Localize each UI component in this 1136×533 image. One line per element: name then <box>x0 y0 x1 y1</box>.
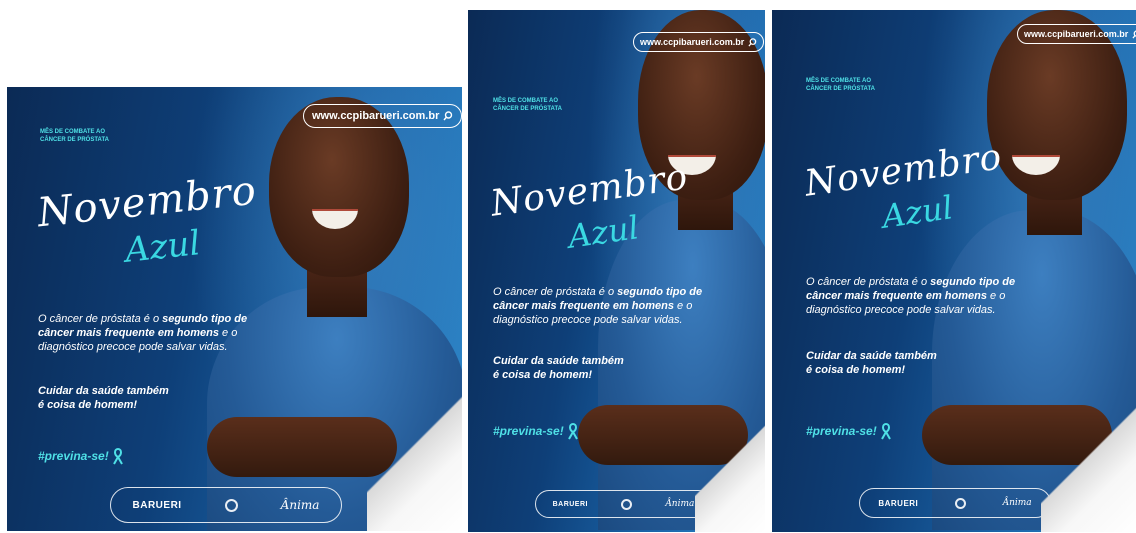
ccpi-logo <box>621 498 633 510</box>
anima-logo: Ânima <box>1002 498 1032 508</box>
poster-3: www.ccpibarueri.com.br MÊS DE COMBATE AO… <box>772 10 1136 532</box>
campaign-hashtag[interactable]: #previna-se! <box>806 422 892 440</box>
hashtag-text: #previna-se! <box>493 424 564 438</box>
awareness-ribbon-icon <box>112 447 123 465</box>
campaign-body: O câncer de próstata é o segundo tipo de… <box>38 312 253 354</box>
campaign-title-line-2: Azul <box>123 223 203 271</box>
kicker-line-1: MÊS DE COMBATE AO <box>40 129 106 135</box>
kicker-line-1: MÊS DE COMBATE AO <box>493 98 559 104</box>
website-url-pill[interactable]: www.ccpibarueri.com.br <box>1017 24 1136 44</box>
awareness-ribbon-icon <box>880 422 891 440</box>
campaign-body: O câncer de próstata é o segundo tipo de… <box>493 285 728 327</box>
campaign-hashtag[interactable]: #previna-se! <box>38 447 124 465</box>
kicker-line-2: CÂNCER DE PRÓSTATA <box>40 136 109 143</box>
body-part-1: O câncer de próstata é o <box>806 276 931 288</box>
partner-logos-bar: BARUERI Ânima <box>859 488 1051 518</box>
website-url-pill[interactable]: www.ccpibarueri.com.br <box>303 104 462 128</box>
kicker-line-2: CÂNCER DE PRÓSTATA <box>806 85 875 92</box>
body-part-1: O câncer de próstata é o <box>493 286 618 298</box>
poster-2: www.ccpibarueri.com.br MÊS DE COMBATE AO… <box>468 10 765 532</box>
ccpi-logo-icon <box>954 497 966 509</box>
cta-line-2: é coisa de homem! <box>493 368 593 381</box>
kicker-line-2: CÂNCER DE PRÓSTATA <box>493 105 562 112</box>
cta-line-1: Cuidar da saúde também <box>806 350 937 362</box>
campaign-cta: Cuidar da saúde também é coisa de homem! <box>806 350 937 378</box>
search-icon <box>748 37 757 47</box>
anima-logo: Ânima <box>280 498 320 512</box>
cta-line-1: Cuidar da saúde também <box>493 355 624 367</box>
search-icon <box>443 111 453 121</box>
hashtag-text: #previna-se! <box>806 424 877 438</box>
kicker-line-1: MÊS DE COMBATE AO <box>806 78 872 84</box>
website-url: www.ccpibarueri.com.br <box>312 110 440 122</box>
campaign-cta: Cuidar da saúde também é coisa de homem! <box>493 355 624 383</box>
hashtag-text: #previna-se! <box>38 449 109 463</box>
campaign-kicker: MÊS DE COMBATE AO CÂNCER DE PRÓSTATA <box>40 129 109 144</box>
barueri-logo: BARUERI <box>132 499 182 511</box>
anima-logo: Ânima <box>665 499 695 509</box>
search-icon <box>1132 29 1136 39</box>
poster-1: www.ccpibarueri.com.br MÊS DE COMBATE AO… <box>7 87 462 531</box>
ccpi-logo <box>224 498 238 512</box>
barueri-logo: BARUERI <box>878 498 919 508</box>
campaign-body: O câncer de próstata é o segundo tipo de… <box>806 275 1041 317</box>
barueri-logo: BARUERI <box>552 500 588 508</box>
campaign-kicker: MÊS DE COMBATE AO CÂNCER DE PRÓSTATA <box>493 98 562 113</box>
website-url-pill[interactable]: www.ccpibarueri.com.br <box>633 32 765 52</box>
website-url: www.ccpibarueri.com.br <box>640 37 745 47</box>
ccpi-logo-icon <box>621 498 633 510</box>
campaign-cta: Cuidar da saúde também é coisa de homem! <box>38 385 169 413</box>
campaign-hashtag[interactable]: #previna-se! <box>493 422 579 440</box>
website-url: www.ccpibarueri.com.br <box>1024 29 1129 39</box>
partner-logos-bar: BARUERI Ânima <box>535 490 712 518</box>
cta-line-1: Cuidar da saúde também <box>38 385 169 397</box>
ccpi-logo <box>954 497 966 509</box>
ccpi-logo-icon <box>224 498 238 512</box>
body-part-1: O câncer de próstata é o <box>38 313 163 325</box>
awareness-ribbon-icon <box>567 422 578 440</box>
cta-line-2: é coisa de homem! <box>806 363 906 376</box>
cta-line-2: é coisa de homem! <box>38 398 138 411</box>
partner-logos-bar: BARUERI Ânima <box>110 487 342 523</box>
campaign-kicker: MÊS DE COMBATE AO CÂNCER DE PRÓSTATA <box>806 78 875 93</box>
